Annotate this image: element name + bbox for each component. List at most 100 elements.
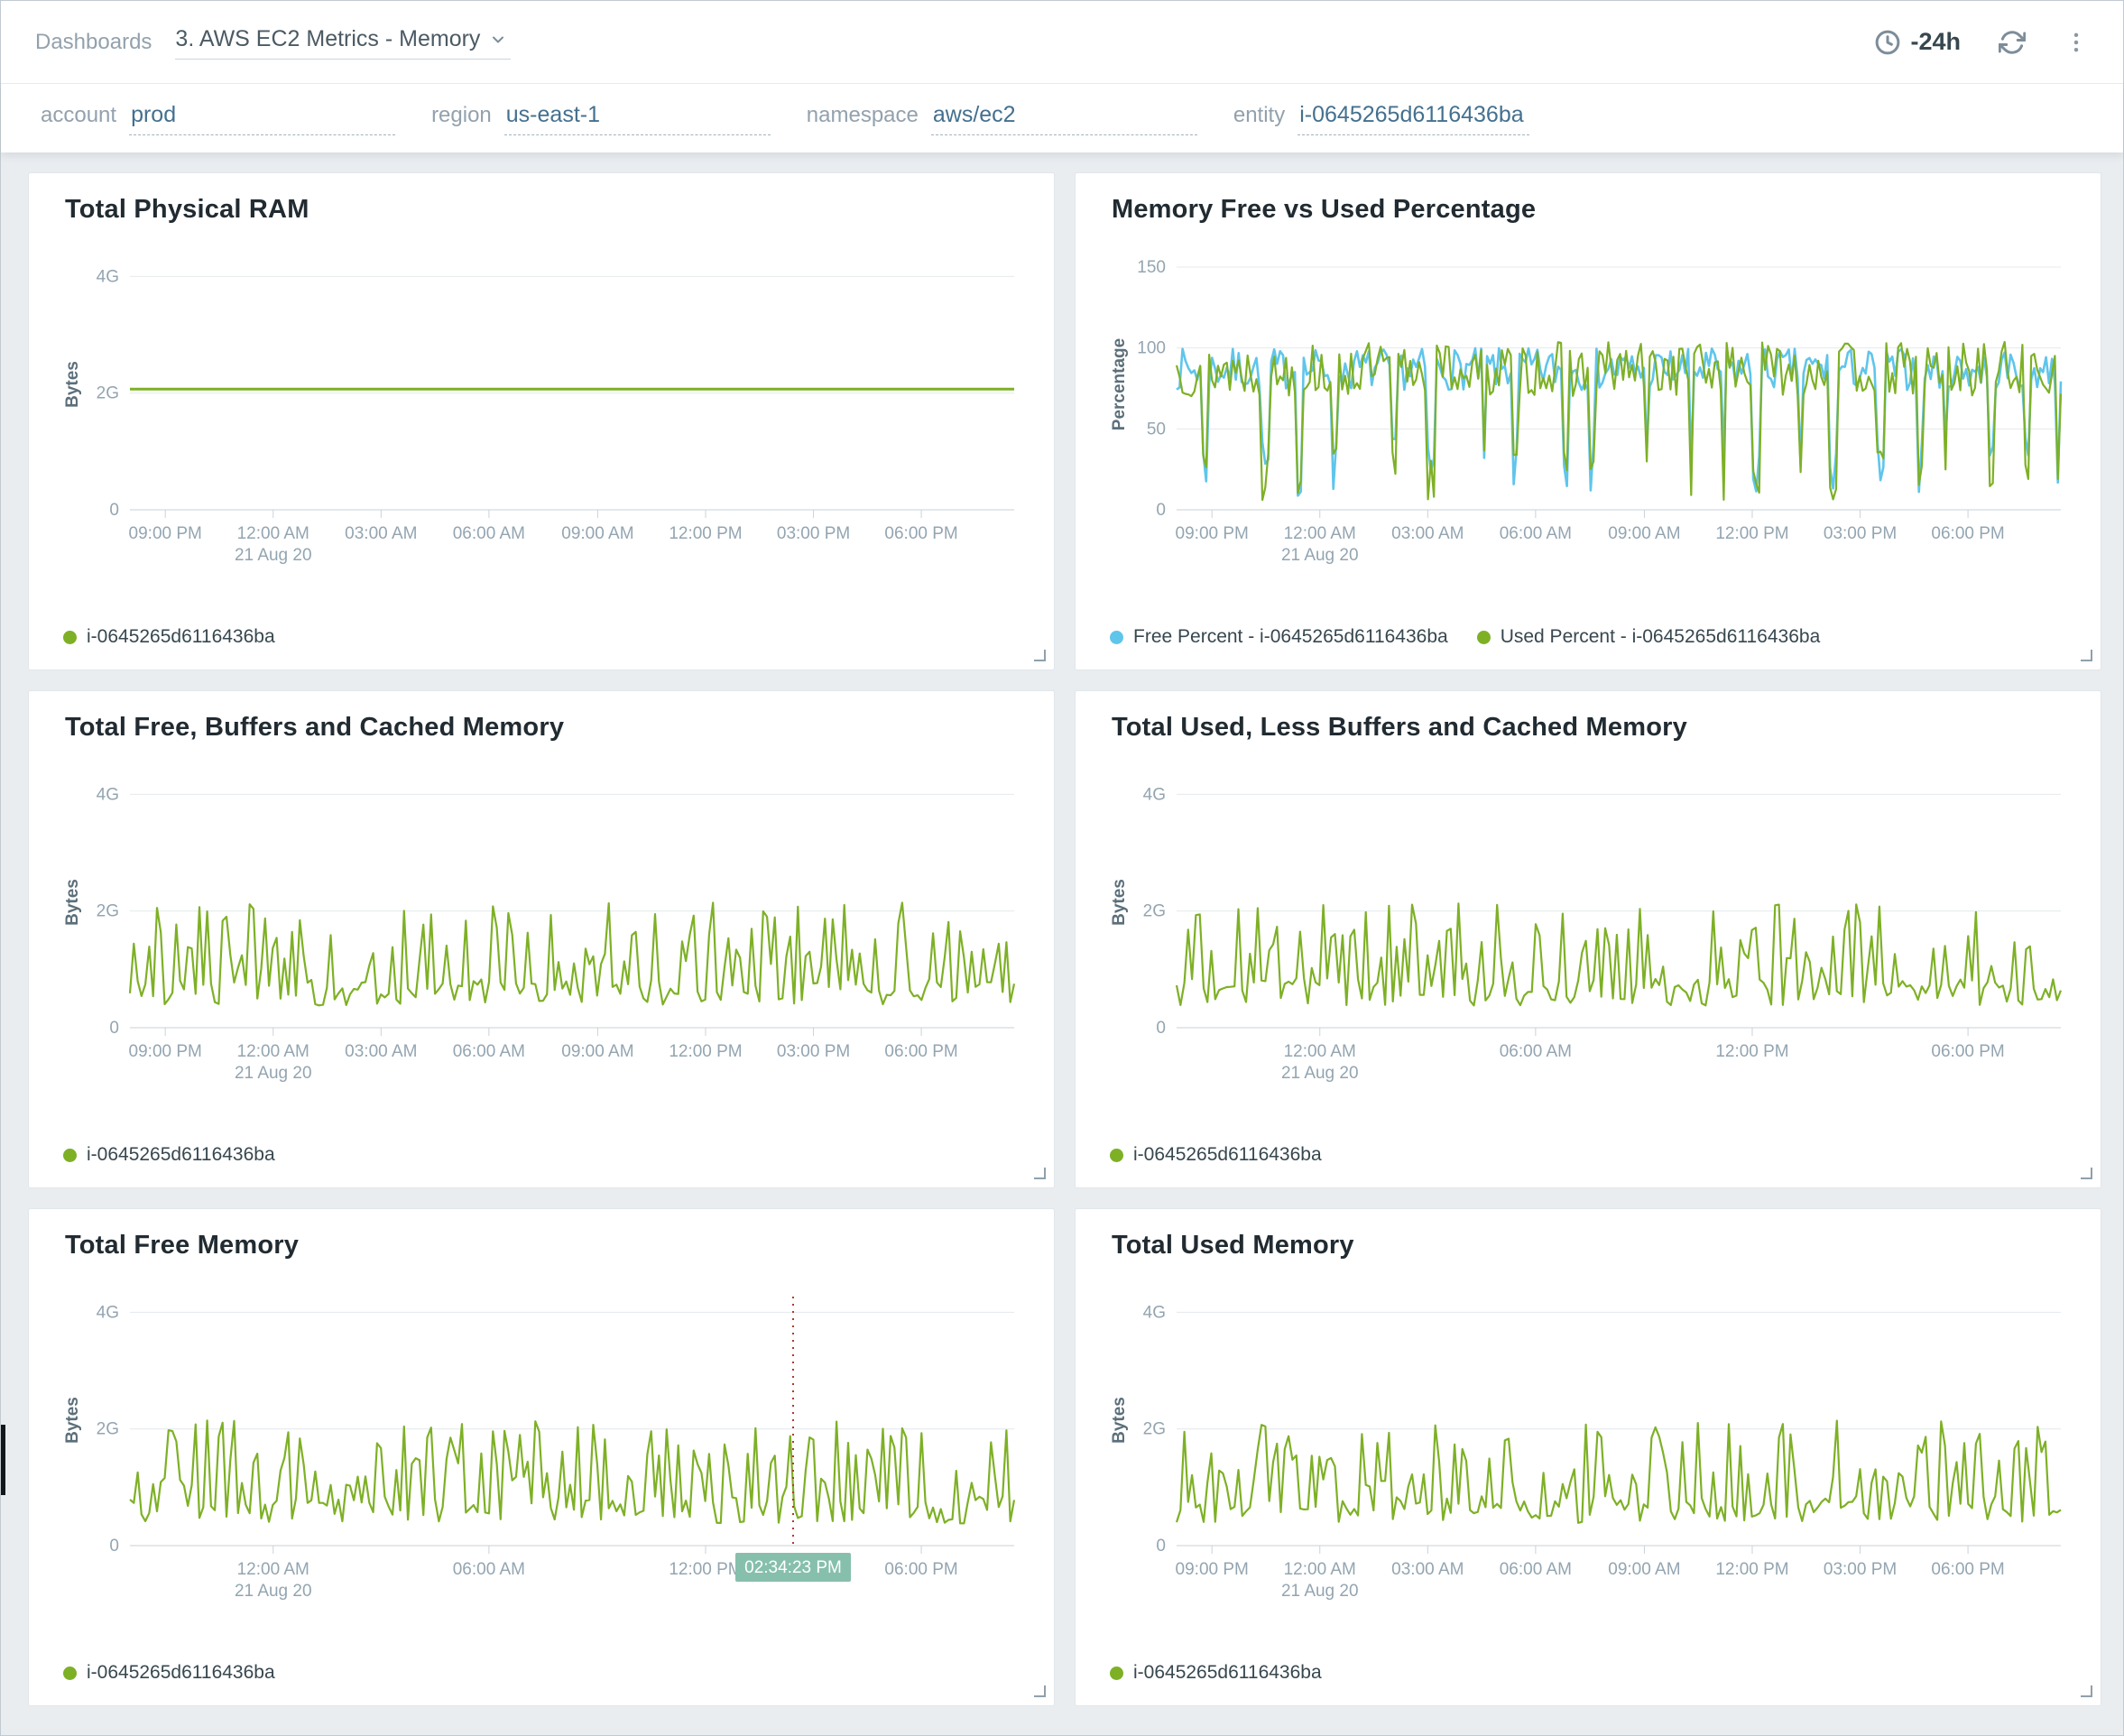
legend-item[interactable]: i-0645265d6116436ba [1110,1662,1322,1684]
x-tick-label: 03:00 AM [345,524,417,543]
chart-panel: Total Used, Less Buffers and Cached Memo… [1075,690,2101,1188]
legend-color-dot [1110,630,1123,644]
top-bar: Dashboards 3. AWS EC2 Metrics - Memory -… [1,1,2123,84]
kebab-menu-button[interactable] [2064,29,2089,56]
series-line [129,1419,1016,1525]
filter-entity-value[interactable]: i-0645265d6116436ba [1297,102,1529,135]
legend-item[interactable]: i-0645265d6116436ba [63,1144,275,1166]
panel-resize-handle[interactable] [2081,1168,2092,1179]
chart-legend: i-0645265d6116436ba [1101,1144,2075,1173]
panel-resize-handle[interactable] [2081,1685,2092,1697]
filter-account: account prod [41,102,396,135]
legend-item[interactable]: i-0645265d6116436ba [63,626,275,648]
filter-label: namespace [806,102,919,127]
y-tick-label: 0 [1156,501,1166,520]
legend-label: Used Percent - i-0645265d6116436ba [1500,626,1821,647]
time-range-button[interactable]: -24h [1874,28,1961,56]
chart-canvas[interactable]: 0 2G 4G Bytes 09:00 PM 12:00 AM 21 Aug 20 03:00… [54,757,1029,1093]
y-axis-title: Bytes [63,361,82,408]
panel-title: Total Physical RAM [65,195,309,224]
panel-title: Total Free, Buffers and Cached Memory [65,713,565,742]
x-tick-sub-label: 21 Aug 20 [1281,1582,1359,1601]
chart-canvas[interactable]: 0 2G 4G Bytes 09:00 PM 12:00 AM 21 Aug 20 03:00… [1101,1275,2075,1611]
x-tick-label: 03:00 PM [1824,524,1897,543]
panel-title: Total Used, Less Buffers and Cached Memo… [1112,713,1687,742]
x-tick-label: 06:00 PM [884,1560,957,1579]
y-tick-label: 2G [1143,902,1166,921]
chart-panel: Total Physical RAM 0 2G 4G Bytes 09:00 PM 12:0… [28,172,1055,670]
legend-item[interactable]: Used Percent - i-0645265d6116436ba [1476,626,1821,648]
x-tick-label: 12:00 PM [1715,1560,1788,1579]
x-tick-label: 06:00 AM [1500,1042,1572,1061]
x-tick-label: 12:00 PM [1715,524,1788,543]
y-tick-label: 2G [97,1420,119,1439]
chart-panel: Total Used Memory 0 2G 4G Bytes 09:00 PM 12:00… [1075,1208,2101,1706]
series-line [1175,1419,2062,1524]
filter-bar: account prod region us-east-1 namespace … [1,84,2123,152]
legend-item[interactable]: i-0645265d6116436ba [1110,1144,1322,1166]
refresh-button[interactable] [1999,29,2026,56]
x-tick-label: 12:00 PM [669,1042,742,1061]
x-tick-label: 09:00 PM [1176,1560,1249,1579]
x-tick-sub-label: 21 Aug 20 [235,1582,312,1601]
x-tick-label: 03:00 PM [1824,1560,1897,1579]
chart-canvas[interactable]: 0 2G 4G Bytes 09:00 PM 12:00 AM 21 Aug 20 03:00… [54,239,1029,575]
y-axis-title: Bytes [63,1397,82,1444]
x-tick-label: 03:00 AM [345,1042,417,1061]
series-line [1176,346,2063,497]
y-axis-title: Percentage [1110,338,1129,430]
x-tick-label: 06:00 AM [453,524,525,543]
chart-canvas[interactable]: 0 50 100 150 Percentage 09:00 PM 12:00 AM 21 Au… [1101,239,2075,575]
legend-item[interactable]: i-0645265d6116436ba [63,1662,275,1684]
x-tick-label: 03:00 AM [1391,1560,1464,1579]
y-tick-label: 4G [97,785,119,804]
x-tick-label: 12:00 PM [1715,1042,1788,1061]
series-line [1175,902,2063,1007]
dashboard-name: 3. AWS EC2 Metrics - Memory [175,26,481,51]
window-edge-artifact [1,1425,5,1495]
filter-namespace-value[interactable]: aws/ec2 [930,102,1197,135]
x-tick-label: 06:00 AM [1500,524,1572,543]
filter-region-value[interactable]: us-east-1 [503,102,771,135]
clock-icon [1876,30,1900,54]
x-tick-label: 09:00 AM [1608,1560,1680,1579]
x-tick-label: 12:00 AM [237,1042,309,1061]
filter-account-value[interactable]: prod [129,102,396,135]
x-tick-sub-label: 21 Aug 20 [235,1064,312,1083]
chart-canvas[interactable]: 0 2G 4G Bytes 12:00 AM 21 Aug 20 06:00 AM 12:00… [1101,757,2075,1093]
chart-legend: i-0645265d6116436ba [54,1662,1029,1691]
x-tick-label: 06:00 AM [453,1560,525,1579]
x-tick-label: 12:00 AM [237,1560,309,1579]
filter-label: region [431,102,492,127]
x-tick-label: 09:00 AM [561,1042,633,1061]
y-axis-title: Bytes [1110,1397,1129,1444]
chart-canvas[interactable]: 0 2G 4G Bytes 12:00 AM 21 Aug 20 06:00 AM 12:00… [54,1275,1029,1611]
chart-legend: i-0645265d6116436ba [54,1144,1029,1173]
y-tick-label: 50 [1147,420,1166,439]
x-tick-label: 09:00 AM [561,524,633,543]
y-tick-label: 2G [97,902,119,921]
filter-region: region us-east-1 [431,102,771,135]
x-tick-label: 06:00 AM [453,1042,525,1061]
y-tick-label: 0 [109,501,119,520]
crosshair-tooltip-label: 02:34:23 PM [744,1558,842,1577]
x-tick-label: 03:00 PM [777,524,850,543]
y-tick-label: 2G [97,384,119,403]
filter-label: account [41,102,117,127]
y-tick-label: 0 [109,1537,119,1556]
legend-item[interactable]: Free Percent - i-0645265d6116436ba [1110,626,1448,648]
y-tick-label: 4G [1143,785,1166,804]
legend-label: Free Percent - i-0645265d6116436ba [1133,626,1448,647]
legend-color-dot [1110,1148,1123,1162]
x-tick-label: 12:00 PM [669,1560,742,1579]
y-tick-label: 0 [1156,1019,1166,1038]
legend-color-dot [1476,630,1491,644]
breadcrumb: Dashboards [35,29,152,54]
dashboard-selector[interactable]: 3. AWS EC2 Metrics - Memory [175,24,512,60]
legend-color-dot [63,1148,77,1162]
panel-resize-handle[interactable] [2081,650,2092,661]
panel-resize-handle[interactable] [1034,650,1046,661]
x-tick-label: 06:00 PM [1931,1560,2004,1579]
panel-resize-handle[interactable] [1034,1168,1046,1179]
panel-resize-handle[interactable] [1034,1685,1046,1697]
